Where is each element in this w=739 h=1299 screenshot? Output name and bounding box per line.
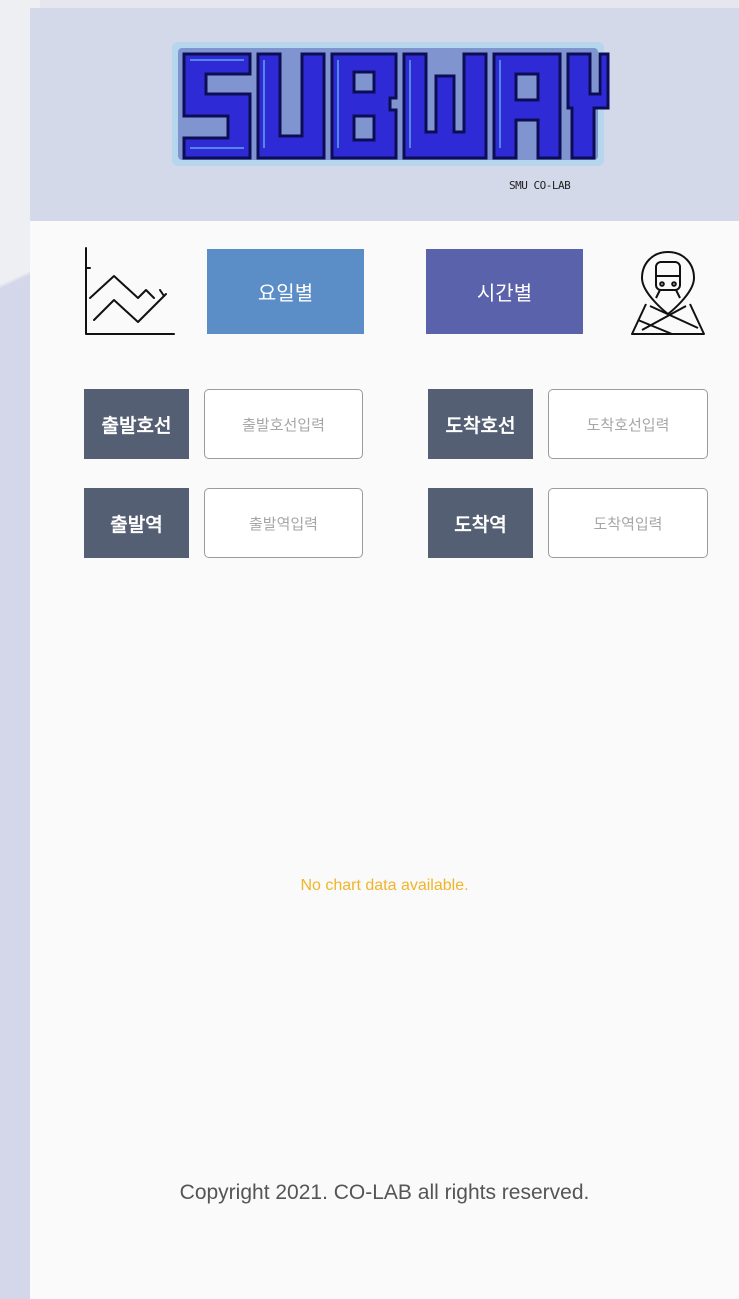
arrival-station-label: 도착역 xyxy=(428,488,533,558)
departure-station-label: 출발역 xyxy=(84,488,189,558)
arrival-station-input[interactable]: 도착역입력 xyxy=(548,488,708,558)
chart-empty-message: No chart data available. xyxy=(300,877,469,894)
line-chart-icon[interactable] xyxy=(80,246,176,338)
departure-line-label: 출발호선 xyxy=(84,389,189,459)
by-day-button[interactable]: 요일별 xyxy=(207,249,364,334)
departure-station-input[interactable]: 출발역입력 xyxy=(204,488,363,558)
app-header: SMU CO-LAB xyxy=(30,8,739,221)
footer-copyright: Copyright 2021. CO-LAB all rights reserv… xyxy=(179,1181,590,1204)
app-screen: SMU CO-LAB 요일별 시간별 출발호선 출발호선입력 도착호선 도착호선… xyxy=(30,8,739,1299)
arrival-line-input[interactable]: 도착호선입력 xyxy=(548,389,708,459)
subway-logo xyxy=(172,42,610,166)
by-time-button[interactable]: 시간별 xyxy=(426,249,583,334)
logo-subtitle: SMU CO-LAB xyxy=(509,179,571,192)
arrival-line-label: 도착호선 xyxy=(428,389,533,459)
window-top-strip xyxy=(0,0,739,8)
departure-line-input[interactable]: 출발호선입력 xyxy=(204,389,363,459)
map-pin-train-icon[interactable] xyxy=(628,248,708,338)
